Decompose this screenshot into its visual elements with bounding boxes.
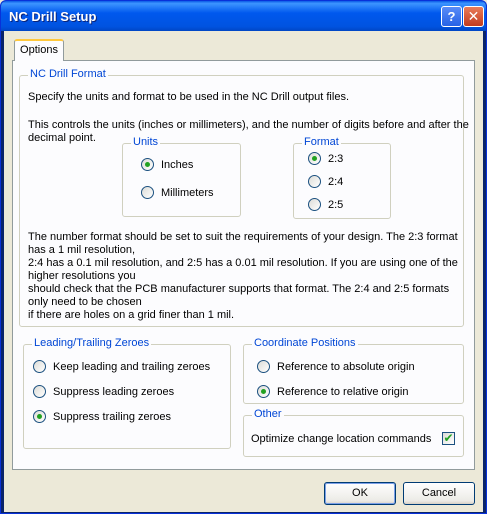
units-description-line1: This controls the units (inches or milli…	[28, 119, 469, 131]
units-group: Units Inches Millimeters	[122, 136, 241, 217]
units-description-line2: decimal point.	[28, 132, 96, 144]
suppress-trailing-label[interactable]: Suppress trailing zeroes	[53, 411, 171, 424]
format-2-3-label[interactable]: 2:3	[328, 153, 343, 166]
cancel-button[interactable]: Cancel	[403, 482, 475, 505]
suppress-leading-label[interactable]: Suppress leading zeroes	[53, 386, 174, 399]
relative-origin-label[interactable]: Reference to relative origin	[277, 386, 408, 399]
suppress-leading-radio[interactable]	[33, 385, 46, 398]
millimeters-radio[interactable]	[141, 186, 154, 199]
millimeters-label[interactable]: Millimeters	[161, 187, 214, 200]
optimize-checkbox[interactable]: ✔	[442, 432, 455, 445]
optimize-label[interactable]: Optimize change location commands	[251, 433, 431, 446]
window-title: NC Drill Setup	[9, 9, 97, 24]
format-note-line1: The number format should be set to suit …	[28, 231, 458, 243]
format-note-line6: only need to be chosen	[28, 296, 142, 308]
format-2-5-radio[interactable]	[308, 198, 321, 211]
format-note-line5: should check that the PCB manufacturer s…	[28, 283, 450, 295]
coordinate-positions-group: Coordinate Positions Reference to absolu…	[243, 337, 464, 404]
coordinate-positions-legend: Coordinate Positions	[252, 337, 358, 349]
format-2-3-radio[interactable]	[308, 152, 321, 165]
other-group: Other Optimize change location commands …	[243, 408, 464, 457]
close-icon: ✕	[467, 8, 480, 24]
ok-button[interactable]: OK	[324, 482, 396, 505]
relative-origin-radio[interactable]	[257, 385, 270, 398]
format-note-line2: has a 1 mil resolution,	[28, 244, 135, 256]
other-legend: Other	[252, 408, 284, 420]
dialog-client-area: Options NC Drill Format Specify the unit…	[4, 31, 483, 512]
help-button[interactable]: ?	[441, 6, 462, 27]
absolute-origin-radio[interactable]	[257, 360, 270, 373]
units-legend: Units	[131, 136, 161, 148]
close-button[interactable]: ✕	[463, 6, 484, 27]
format-note-line7: if there are holes on a grid finer than …	[28, 309, 235, 321]
dialog-window: NC Drill Setup ? ✕ Options NC Drill Form…	[0, 0, 487, 514]
zeroes-group: Leading/Trailing Zeroes Keep leading and…	[23, 337, 231, 449]
inches-label[interactable]: Inches	[161, 159, 193, 172]
title-bar[interactable]: NC Drill Setup ? ✕	[1, 1, 486, 31]
options-tab-panel: NC Drill Format Specify the units and fo…	[12, 60, 475, 470]
help-icon: ?	[447, 9, 456, 24]
format-description: Specify the units and format to be used …	[28, 91, 349, 103]
format-2-5-label[interactable]: 2:5	[328, 199, 343, 212]
inches-radio[interactable]	[141, 158, 154, 171]
suppress-trailing-radio[interactable]	[33, 410, 46, 423]
nc-drill-format-group: NC Drill Format Specify the units and fo…	[19, 68, 469, 327]
nc-drill-format-legend: NC Drill Format	[28, 68, 108, 80]
format-note-line3: 2:4 has a 0.1 mil resolution, and 2:5 ha…	[28, 257, 458, 269]
tab-options[interactable]: Options	[14, 39, 64, 61]
checkmark-icon: ✔	[443, 431, 454, 445]
format-group: Format 2:3 2:4 2:5	[293, 136, 391, 219]
format-note-line4: higher resolutions you	[28, 270, 136, 282]
format-2-4-radio[interactable]	[308, 175, 321, 188]
keep-zeroes-radio[interactable]	[33, 360, 46, 373]
format-2-4-label[interactable]: 2:4	[328, 176, 343, 189]
zeroes-legend: Leading/Trailing Zeroes	[32, 337, 152, 349]
keep-zeroes-label[interactable]: Keep leading and trailing zeroes	[53, 361, 210, 374]
absolute-origin-label[interactable]: Reference to absolute origin	[277, 361, 415, 374]
format-legend: Format	[302, 136, 341, 148]
